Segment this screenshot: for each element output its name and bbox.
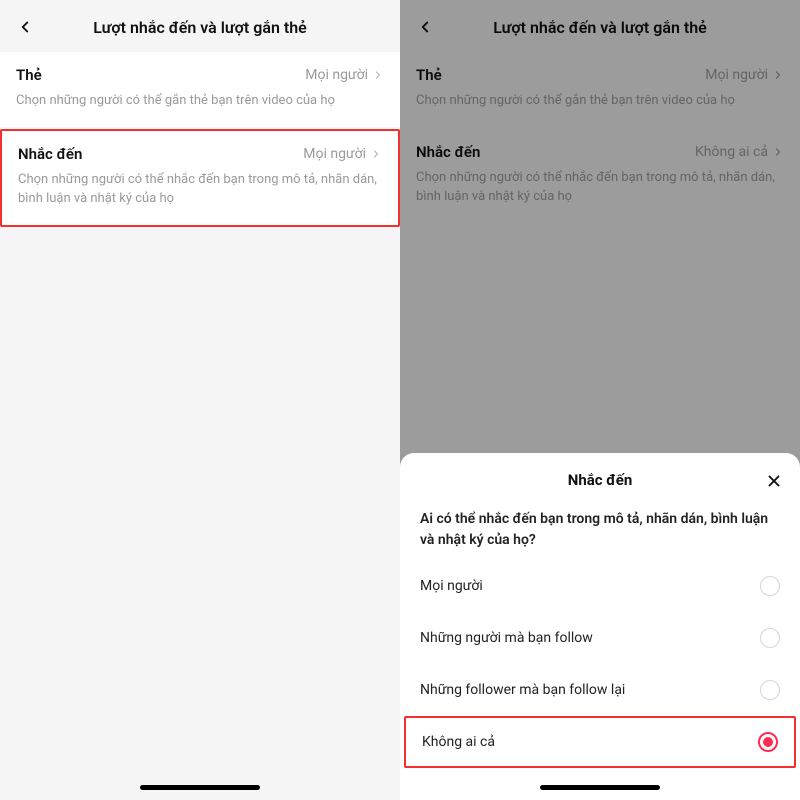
radio-icon [760, 680, 780, 700]
mention-value-text: Mọi người [303, 146, 366, 162]
chevron-right-icon [372, 69, 384, 81]
tag-title: Thẻ [16, 66, 42, 84]
chevron-right-icon [370, 148, 382, 160]
option-everyone[interactable]: Mọi người [400, 560, 800, 612]
option-label: Những người mà bạn follow [420, 630, 593, 646]
phone-screen-left: Lượt nhắc đến và lượt gắn thẻ Thẻ Mọi ng… [0, 0, 400, 800]
tag-value: Mọi người [305, 67, 384, 83]
tag-desc: Chọn những người có thể gắn thẻ bạn trên… [16, 92, 384, 111]
sheet-title-text: Nhắc đến [568, 471, 633, 489]
mention-section[interactable]: Nhắc đến Mọi người Chọn những người có t… [0, 129, 400, 227]
sheet-question: Ai có thể nhắc đến bạn trong mô tả, nhãn… [400, 503, 800, 560]
option-label: Mọi người [420, 578, 483, 594]
radio-icon [760, 628, 780, 648]
back-icon[interactable] [12, 14, 38, 40]
page-title: Lượt nhắc đến và lượt gắn thẻ [38, 18, 362, 37]
home-indicator[interactable] [540, 785, 660, 790]
home-indicator[interactable] [140, 785, 260, 790]
option-label: Những follower mà bạn follow lại [420, 682, 625, 698]
radio-icon-selected [758, 732, 778, 752]
option-noone[interactable]: Không ai cả [404, 716, 796, 768]
sheet-title: Nhắc đến [400, 453, 800, 503]
mention-sheet: Nhắc đến Ai có thể nhắc đến bạn trong mô… [400, 453, 800, 800]
radio-icon [760, 576, 780, 596]
mention-title: Nhắc đến [18, 145, 82, 163]
phone-screen-right: Lượt nhắc đến và lượt gắn thẻ Thẻ Mọi ng… [400, 0, 800, 800]
mention-desc: Chọn những người có thể nhắc đến bạn tro… [18, 171, 382, 209]
header: Lượt nhắc đến và lượt gắn thẻ [0, 0, 400, 52]
close-icon[interactable] [762, 469, 786, 493]
option-following[interactable]: Những người mà bạn follow [400, 612, 800, 664]
option-label: Không ai cả [422, 734, 495, 750]
tag-value-text: Mọi người [305, 67, 368, 83]
option-followers-back[interactable]: Những follower mà bạn follow lại [400, 664, 800, 716]
mention-value: Mọi người [303, 146, 382, 162]
tag-section[interactable]: Thẻ Mọi người Chọn những người có thể gắ… [0, 52, 400, 127]
